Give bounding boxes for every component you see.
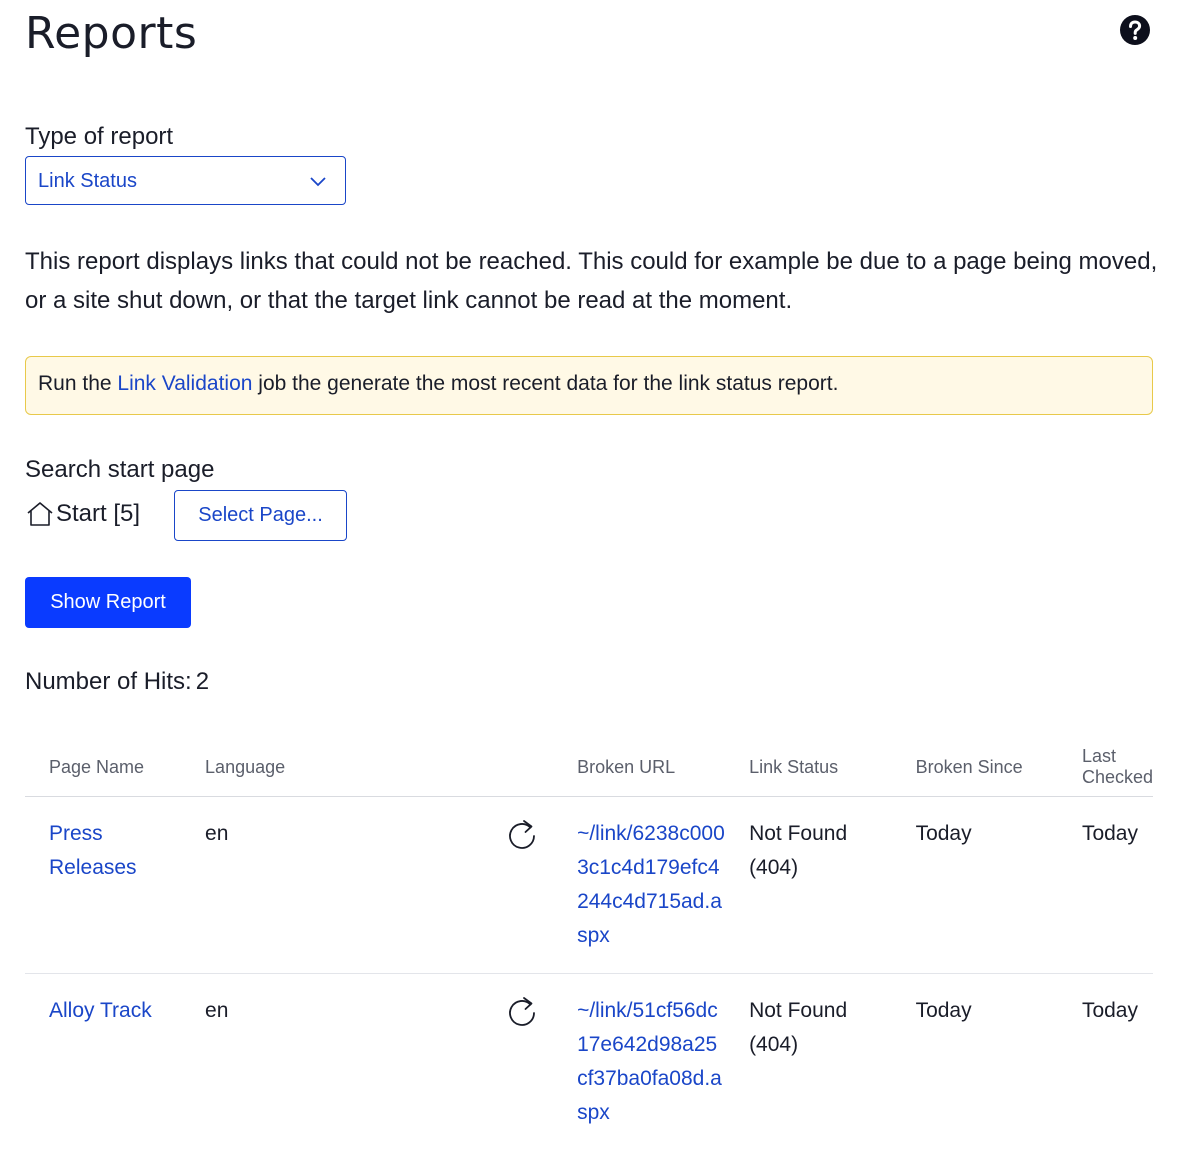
home-icon: [26, 500, 54, 528]
link-status-cell: Not Found (404): [725, 974, 892, 1150]
show-report-button[interactable]: Show Report: [25, 577, 191, 628]
page-name-link[interactable]: Alloy Track: [49, 999, 152, 1022]
link-validation-notice: Run the Link Validation job the generate…: [25, 356, 1153, 415]
header-page-name[interactable]: Page Name: [25, 740, 181, 797]
hits-label: Number of Hits:: [25, 668, 192, 695]
help-icon[interactable]: [1119, 14, 1151, 46]
chevron-down-icon: [309, 174, 327, 188]
page-name-link[interactable]: Press Releases: [49, 822, 137, 879]
broken-url-link[interactable]: ~/link/6238c0003c1c4d179efc4244c4d715ad.…: [577, 817, 725, 953]
report-description: This report displays links that could no…: [25, 242, 1165, 320]
notice-suffix: job the generate the most recent data fo…: [252, 372, 838, 395]
language-cell: en: [181, 797, 332, 974]
report-type-selected-value: Link Status: [38, 170, 137, 193]
number-of-hits: Number of Hits:2: [25, 668, 209, 696]
refresh-icon[interactable]: [506, 996, 540, 1030]
link-status-cell: Not Found (404): [725, 797, 892, 974]
broken-since-cell: Today: [892, 974, 1058, 1150]
last-checked-cell: Today: [1058, 797, 1153, 974]
header-refresh: [332, 740, 553, 797]
table-row: Press Releases en ~/link/6238c0003c1c4d1…: [25, 797, 1153, 974]
hits-count: 2: [196, 668, 209, 695]
refresh-cell: [332, 797, 553, 974]
refresh-icon[interactable]: [506, 819, 540, 853]
broken-url-cell: ~/link/51cf56dc17e642d98a25cf37ba0fa08d.…: [553, 974, 725, 1150]
report-type-select[interactable]: Link Status: [25, 156, 346, 205]
language-cell: en: [181, 974, 332, 1150]
broken-url-link[interactable]: ~/link/51cf56dc17e642d98a25cf37ba0fa08d.…: [577, 994, 725, 1130]
refresh-cell: [332, 974, 553, 1150]
page-name-cell: Press Releases: [25, 797, 181, 974]
header-broken-url[interactable]: Broken URL: [553, 740, 725, 797]
start-page-value: Start [5]: [56, 500, 140, 528]
report-type-label: Type of report: [25, 123, 173, 151]
header-language[interactable]: Language: [181, 740, 332, 797]
header-link-status[interactable]: Link Status: [725, 740, 892, 797]
header-last-checked[interactable]: Last Checked: [1058, 740, 1153, 797]
broken-since-cell: Today: [892, 797, 1058, 974]
table-header-row: Page Name Language Broken URL Link Statu…: [25, 740, 1153, 797]
table-row: Alloy Track en ~/link/51cf56dc17e642d98a…: [25, 974, 1153, 1150]
last-checked-cell: Today: [1058, 974, 1153, 1150]
page-title: Reports: [25, 8, 197, 59]
page-name-cell: Alloy Track: [25, 974, 181, 1150]
link-status-table: Page Name Language Broken URL Link Statu…: [25, 740, 1153, 1150]
broken-url-cell: ~/link/6238c0003c1c4d179efc4244c4d715ad.…: [553, 797, 725, 974]
select-page-button[interactable]: Select Page...: [174, 490, 347, 541]
link-validation-link[interactable]: Link Validation: [117, 372, 252, 395]
search-start-page-label: Search start page: [25, 456, 214, 484]
notice-prefix: Run the: [38, 372, 117, 395]
header-broken-since[interactable]: Broken Since: [892, 740, 1058, 797]
